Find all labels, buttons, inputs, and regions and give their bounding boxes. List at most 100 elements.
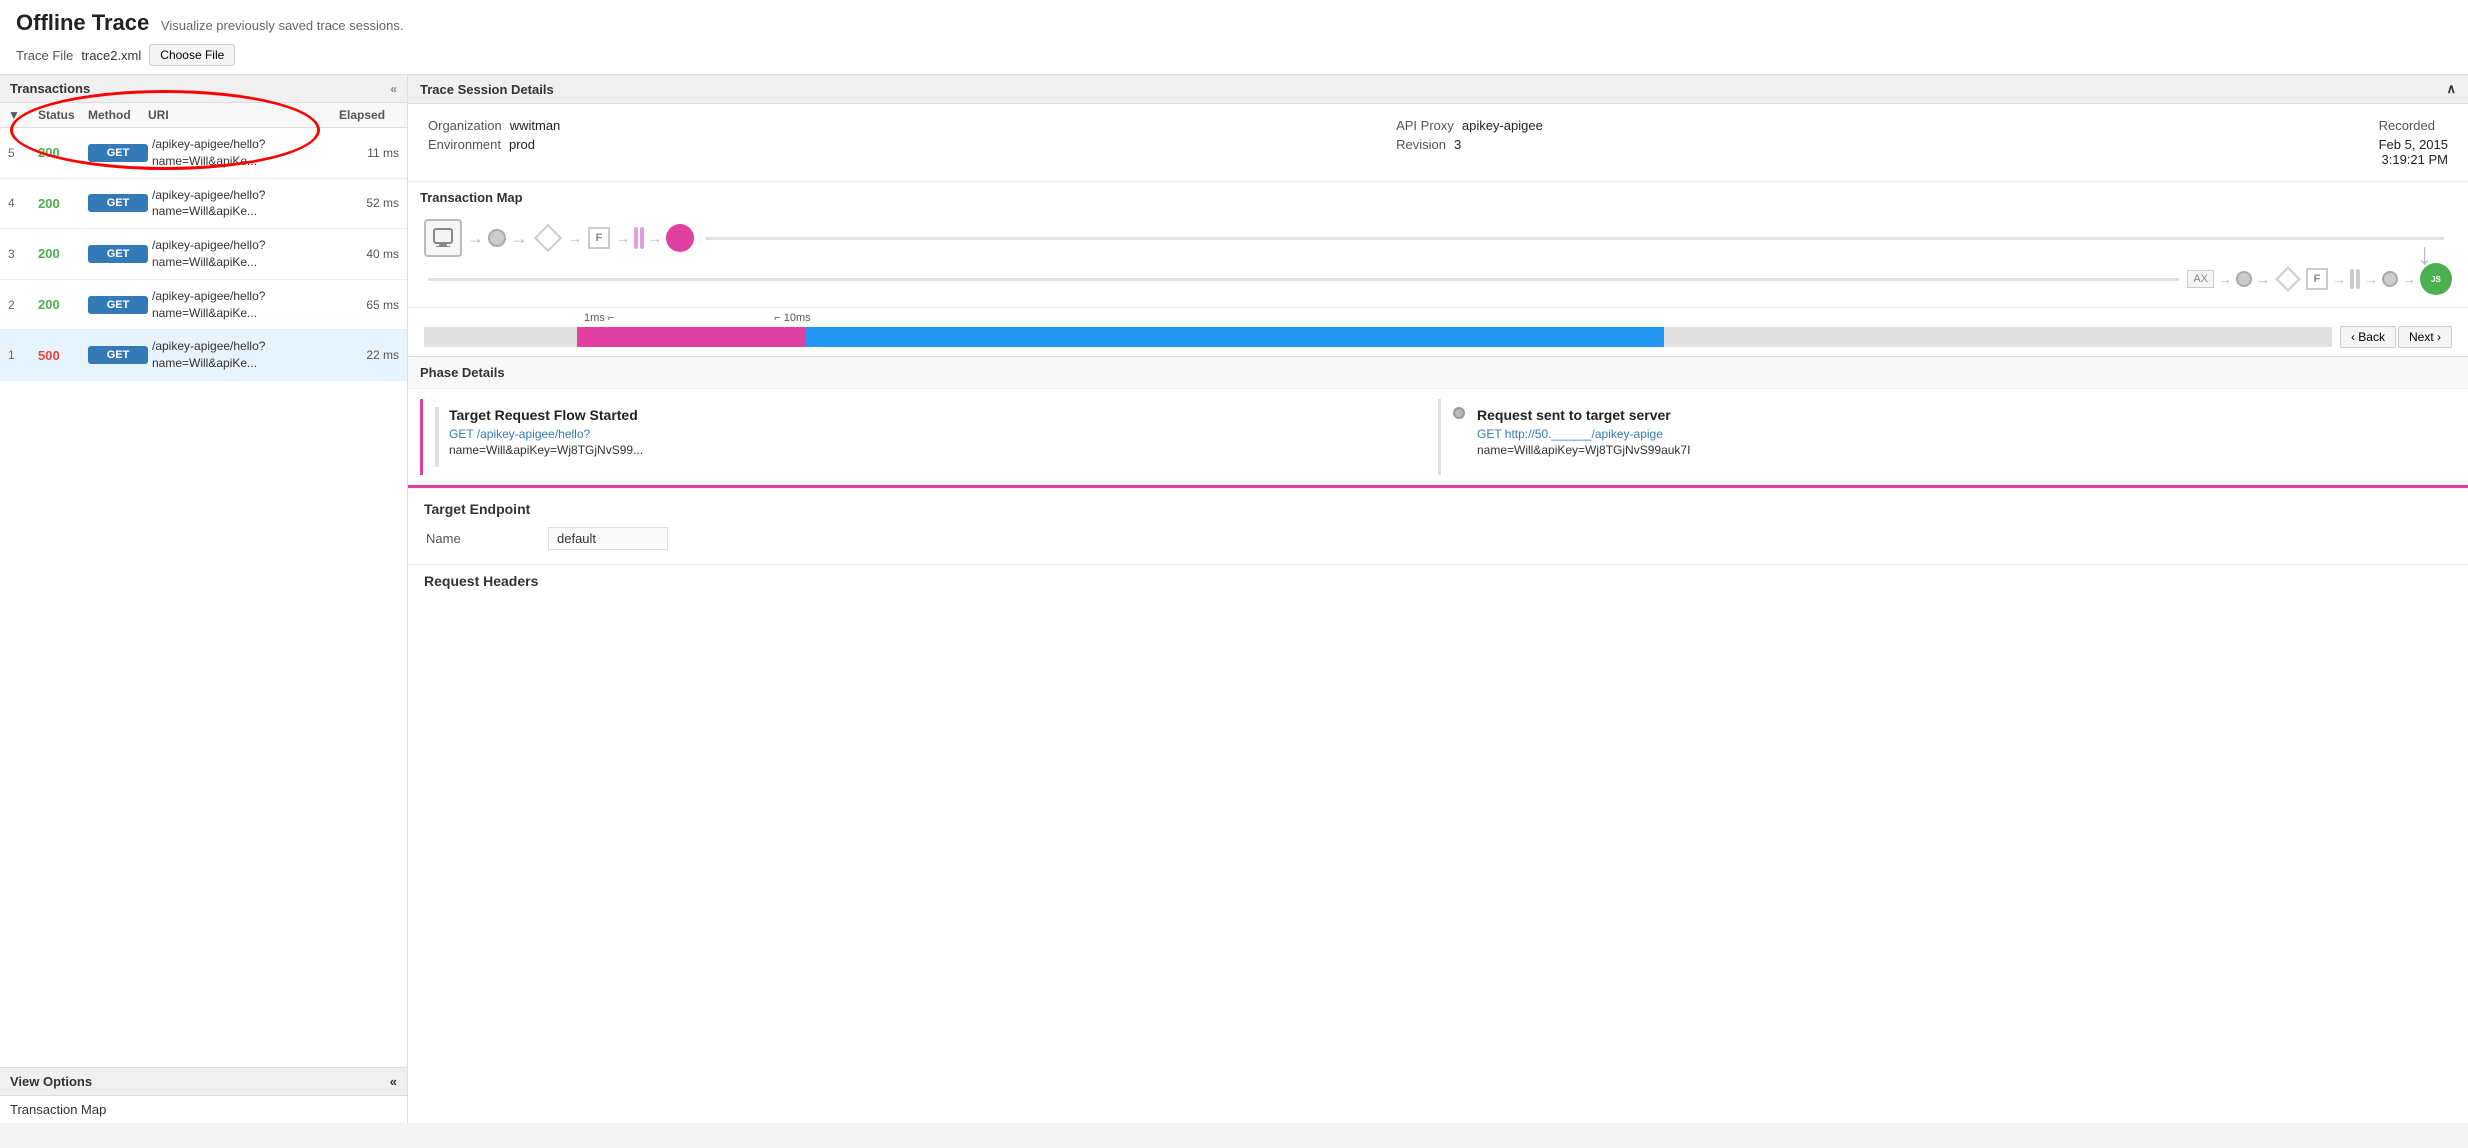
- view-options-content: Transaction Map: [0, 1095, 407, 1123]
- row-num: 4: [8, 196, 38, 210]
- collapse-transactions-btn[interactable]: «: [390, 82, 397, 96]
- method-badge[interactable]: GET: [88, 144, 148, 162]
- table-row[interactable]: 5 200 GET /apikey-apigee/hello?name=Will…: [0, 128, 407, 179]
- environment-label: Environment: [428, 137, 501, 152]
- method-badge[interactable]: GET: [88, 346, 148, 364]
- phase2-get: GET http://50.______/apikey-apige: [1477, 427, 1690, 441]
- phase-card-2-content: Request sent to target server GET http:/…: [1477, 407, 1690, 457]
- diamond-icon: [534, 224, 562, 252]
- timeline-area: 1ms ⌐ ⌐ 10ms ‹ Back Next ›: [408, 308, 2468, 356]
- down-arrow-icon: ↓: [2417, 238, 2432, 272]
- row-num: 5: [8, 146, 38, 160]
- uri-text: /apikey-apigee/hello?name=Will&apiKe...: [148, 288, 339, 322]
- transaction-map-option: Transaction Map: [10, 1102, 106, 1117]
- vertical-bars-icon: [634, 227, 644, 249]
- pink-circle-icon[interactable]: [666, 224, 694, 252]
- nav-buttons: ‹ Back Next ›: [2340, 326, 2452, 348]
- trace-session-header: Trace Session Details ∧: [408, 75, 2468, 104]
- transactions-header: Transactions «: [0, 75, 407, 103]
- col-down-icon: ▼: [8, 108, 38, 122]
- page-subtitle: Visualize previously saved trace session…: [161, 18, 404, 33]
- elapsed-text: 52 ms: [339, 196, 399, 210]
- arrow-icon: →: [2218, 271, 2232, 287]
- ax-box-icon: AX: [2187, 270, 2214, 288]
- revision-value: 3: [1454, 137, 1461, 152]
- info-row-rev: Revision 3: [1396, 137, 1543, 152]
- f-box-icon: F: [588, 227, 610, 249]
- view-options-collapse-icon[interactable]: «: [390, 1074, 397, 1089]
- elapsed-text: 11 ms: [339, 146, 399, 160]
- col-uri: URI: [148, 108, 339, 122]
- transaction-map-section: Transaction Map → → →: [408, 182, 2468, 356]
- row-num: 3: [8, 247, 38, 261]
- info-row-org: Organization wwitman: [428, 118, 560, 133]
- api-proxy-value: apikey-apigee: [1462, 118, 1543, 133]
- phase-dot-icon: [1453, 407, 1465, 419]
- f-box-bottom: F: [2306, 268, 2328, 290]
- phase-details-section: Phase Details Target Request Flow Starte…: [408, 356, 2468, 488]
- card-divider: [435, 407, 439, 467]
- table-row[interactable]: 4 200 GET /apikey-apigee/hello?name=Will…: [0, 179, 407, 230]
- environment-value: prod: [509, 137, 535, 152]
- flow-line-bottom: [428, 278, 2179, 281]
- arrow-icon: →: [648, 230, 662, 246]
- page-title: Offline Trace: [16, 10, 149, 35]
- transaction-map-area: → → → F →: [408, 209, 2468, 308]
- gray-circle-3: [2382, 271, 2398, 287]
- request-headers-section: Request Headers: [408, 564, 2468, 601]
- phase-card-2: Request sent to target server GET http:/…: [1438, 399, 2456, 475]
- phase-card-1-content: Target Request Flow Started GET /apikey-…: [449, 407, 643, 457]
- phase2-title: Request sent to target server: [1477, 407, 1690, 423]
- info-row-recorded-value: Feb 5, 20153:19:21 PM: [2379, 137, 2448, 167]
- collapse-trace-session-icon[interactable]: ∧: [2446, 81, 2456, 97]
- back-button[interactable]: ‹ Back: [2340, 326, 2396, 348]
- col-method: Method: [88, 108, 148, 122]
- choose-file-button[interactable]: Choose File: [149, 44, 235, 66]
- elapsed-text: 65 ms: [339, 298, 399, 312]
- recorded-value: Feb 5, 20153:19:21 PM: [2379, 137, 2448, 167]
- gray-circle-1: [488, 229, 506, 247]
- timeline-pink-segment: [577, 327, 806, 347]
- top-flow-row: → → → F →: [424, 219, 2452, 257]
- name-label: Name: [426, 527, 546, 550]
- row-num: 2: [8, 298, 38, 312]
- arrow-icon: →: [568, 230, 582, 246]
- table-column-headers: ▼ Status Method URI Elapsed: [0, 103, 407, 128]
- arrow-icon: →: [616, 230, 630, 246]
- info-group-proxy-rev: API Proxy apikey-apigee Revision 3: [1396, 118, 1543, 167]
- info-group-recorded: Recorded Feb 5, 20153:19:21 PM: [2379, 118, 2448, 167]
- header: Offline Trace Visualize previously saved…: [0, 0, 2468, 75]
- phase-cards: Target Request Flow Started GET /apikey-…: [408, 389, 2468, 488]
- recorded-label: Recorded: [2379, 118, 2435, 133]
- uri-text: /apikey-apigee/hello?name=Will&apiKe...: [148, 136, 339, 170]
- flow-line: [706, 237, 2444, 240]
- header-top: Offline Trace Visualize previously saved…: [16, 10, 2452, 36]
- timeline-bar-container: ‹ Back Next ›: [424, 326, 2452, 348]
- request-headers-title: Request Headers: [424, 573, 2452, 589]
- table-row[interactable]: 2 200 GET /apikey-apigee/hello?name=Will…: [0, 280, 407, 331]
- view-options-header[interactable]: View Options «: [0, 1068, 407, 1095]
- phase1-title: Target Request Flow Started: [449, 407, 643, 423]
- uri-text: /apikey-apigee/hello?name=Will&apiKe...: [148, 338, 339, 372]
- phase-card-1: Target Request Flow Started GET /apikey-…: [420, 399, 1438, 475]
- method-badge[interactable]: GET: [88, 194, 148, 212]
- uri-text: /apikey-apigee/hello?name=Will&apiKe...: [148, 237, 339, 271]
- method-badge[interactable]: GET: [88, 245, 148, 263]
- table-row[interactable]: 1 500 GET /apikey-apigee/hello?name=Will…: [0, 330, 407, 381]
- gray-bars-icon: [2350, 269, 2360, 289]
- status-badge: 200: [38, 246, 88, 261]
- col-status: Status: [38, 108, 88, 122]
- diamond-icon-bottom: [2275, 266, 2300, 291]
- arrow-icon: →: [2256, 271, 2270, 287]
- arrow-icon: →: [466, 228, 484, 249]
- col-elapsed: Elapsed: [339, 108, 399, 122]
- name-value: default: [548, 527, 2450, 550]
- trace-file-name: trace2.xml: [81, 48, 141, 63]
- next-button[interactable]: Next ›: [2398, 326, 2452, 348]
- table-row[interactable]: 3 200 GET /apikey-apigee/hello?name=Will…: [0, 229, 407, 280]
- method-badge[interactable]: GET: [88, 296, 148, 314]
- session-info: Organization wwitman Environment prod AP…: [408, 104, 2468, 182]
- api-proxy-label: API Proxy: [1396, 118, 1454, 133]
- organization-label: Organization: [428, 118, 502, 133]
- status-badge: 200: [38, 196, 88, 211]
